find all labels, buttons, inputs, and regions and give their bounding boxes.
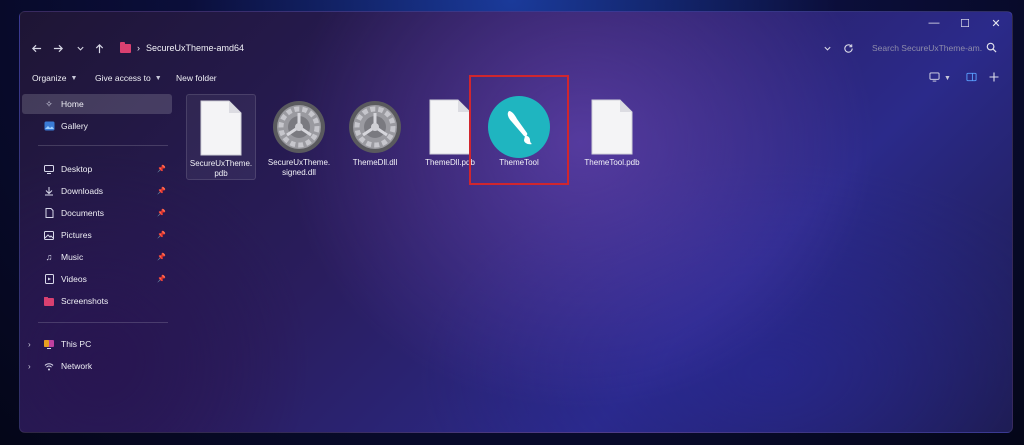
network-icon [42, 362, 56, 371]
picture-icon [42, 230, 56, 240]
document-icon [42, 208, 56, 218]
chevron-down-icon: ▼ [944, 74, 951, 82]
pin-icon[interactable]: 📌 [157, 165, 166, 173]
file-item[interactable]: SecureUxTheme. pdb [186, 94, 256, 180]
breadcrumb-current-folder[interactable]: SecureUxTheme-amd64 [146, 43, 244, 53]
download-icon [42, 186, 56, 196]
chevron-right-icon[interactable]: › [28, 340, 31, 349]
close-button[interactable]: ✕ [980, 14, 1012, 32]
pc-icon [42, 339, 56, 349]
pin-icon[interactable]: 📌 [157, 209, 166, 217]
organize-label: Organize [32, 73, 67, 83]
blank-file-icon [189, 97, 253, 159]
sidebar-item-label: Home [61, 99, 84, 109]
folder-icon [120, 41, 131, 53]
gallery-icon [42, 121, 56, 131]
file-explorer-window: — ☐ ✕ › SecureUxTheme-amd64 Search Secur… [19, 11, 1013, 433]
chevron-right-icon[interactable]: › [28, 362, 31, 371]
sidebar-divider [38, 145, 168, 146]
sidebar-item-home[interactable]: ✧ Home [22, 94, 172, 114]
file-item[interactable]: ThemeDll.dll [340, 94, 410, 180]
gear-file-icon [267, 96, 331, 158]
new-folder-label: New folder [176, 73, 217, 83]
sidebar-item-label: Downloads [61, 186, 104, 196]
view-options-button[interactable]: ▼ [929, 70, 951, 86]
sidebar-item-downloads[interactable]: Downloads 📌 [22, 181, 172, 201]
gear-file-icon [343, 96, 407, 158]
refresh-icon[interactable] [838, 39, 858, 57]
search-input[interactable] [872, 43, 982, 53]
video-icon [42, 274, 56, 284]
search-box[interactable] [872, 40, 997, 56]
sidebar-item-screenshots[interactable]: Screenshots [22, 291, 172, 311]
file-item[interactable]: SecureUxTheme. signed.dll [264, 94, 334, 180]
blank-file-icon [580, 96, 644, 158]
organize-button[interactable]: Organize ▼ [32, 70, 77, 86]
sidebar-item-label: Network [61, 361, 93, 371]
file-name: ThemeDll.dll [352, 158, 398, 167]
give-access-button[interactable]: Give access to ▼ [95, 70, 162, 86]
details-pane-icon [966, 72, 977, 84]
file-list: SecureUxTheme. pdb SecureUxTheme. signed… [182, 92, 1012, 432]
minimize-button[interactable]: — [918, 14, 950, 32]
sidebar-item-label: Documents [61, 208, 104, 218]
sidebar-item-label: Videos [61, 274, 87, 284]
file-item[interactable]: ThemeTool.pdb [577, 94, 647, 180]
sidebar-item-desktop[interactable]: Desktop 📌 [22, 159, 172, 179]
up-arrow-icon[interactable] [89, 39, 109, 57]
search-icon[interactable] [986, 42, 997, 55]
monitor-view-icon [929, 72, 940, 84]
music-icon: ♫ [45, 252, 53, 262]
new-folder-button[interactable]: New folder [176, 70, 217, 86]
pin-icon[interactable]: 📌 [157, 253, 166, 261]
file-name: ThemeTool.pdb [584, 158, 640, 167]
highlight-box [469, 75, 569, 185]
file-name: SecureUxTheme. pdb [189, 159, 253, 178]
breadcrumb-separator: › [137, 43, 140, 53]
sidebar-item-music[interactable]: ♫ Music 📌 [22, 247, 172, 267]
plus-icon [989, 72, 999, 84]
navigation-pane: ✧ Home Gallery Desktop 📌 Downloads 📌 Doc… [20, 92, 175, 432]
address-bar: › SecureUxTheme-amd64 [20, 36, 1012, 60]
address-history-chevron-icon[interactable] [817, 39, 837, 57]
home-icon: ✧ [45, 98, 53, 109]
sidebar-item-documents[interactable]: Documents 📌 [22, 203, 172, 223]
chevron-down-icon: ▼ [154, 74, 162, 82]
maximize-button[interactable]: ☐ [949, 14, 981, 32]
sidebar-item-label: This PC [61, 339, 92, 349]
sidebar-divider [38, 322, 168, 323]
sidebar-item-label: Music [61, 252, 84, 262]
sidebar-item-gallery[interactable]: Gallery [22, 116, 172, 136]
screenshot-folder-icon [42, 296, 56, 306]
sidebar-item-label: Screenshots [61, 296, 109, 306]
sidebar-item-label: Gallery [61, 121, 88, 131]
forward-arrow-icon[interactable] [48, 39, 68, 57]
sidebar-item-this-pc[interactable]: › This PC [22, 334, 172, 354]
file-name: SecureUxTheme. signed.dll [267, 158, 331, 177]
pin-icon[interactable]: 📌 [157, 275, 166, 283]
chevron-down-icon: ▼ [70, 74, 78, 82]
pin-icon[interactable]: 📌 [157, 187, 166, 195]
give-access-label: Give access to [95, 73, 151, 83]
sidebar-item-network[interactable]: › Network [22, 356, 172, 376]
recent-locations-chevron-icon[interactable] [70, 39, 90, 57]
new-tab-button[interactable] [989, 70, 999, 86]
sidebar-item-label: Pictures [61, 230, 92, 240]
sidebar-item-videos[interactable]: Videos 📌 [22, 269, 172, 289]
sidebar-item-label: Desktop [61, 164, 93, 174]
breadcrumb[interactable]: › SecureUxTheme-amd64 [120, 40, 244, 56]
desktop-icon [42, 164, 56, 174]
title-bar: — ☐ ✕ [20, 12, 1012, 34]
back-arrow-icon[interactable] [26, 39, 46, 57]
details-pane-button[interactable] [966, 70, 977, 86]
sidebar-item-pictures[interactable]: Pictures 📌 [22, 225, 172, 245]
pin-icon[interactable]: 📌 [157, 231, 166, 239]
